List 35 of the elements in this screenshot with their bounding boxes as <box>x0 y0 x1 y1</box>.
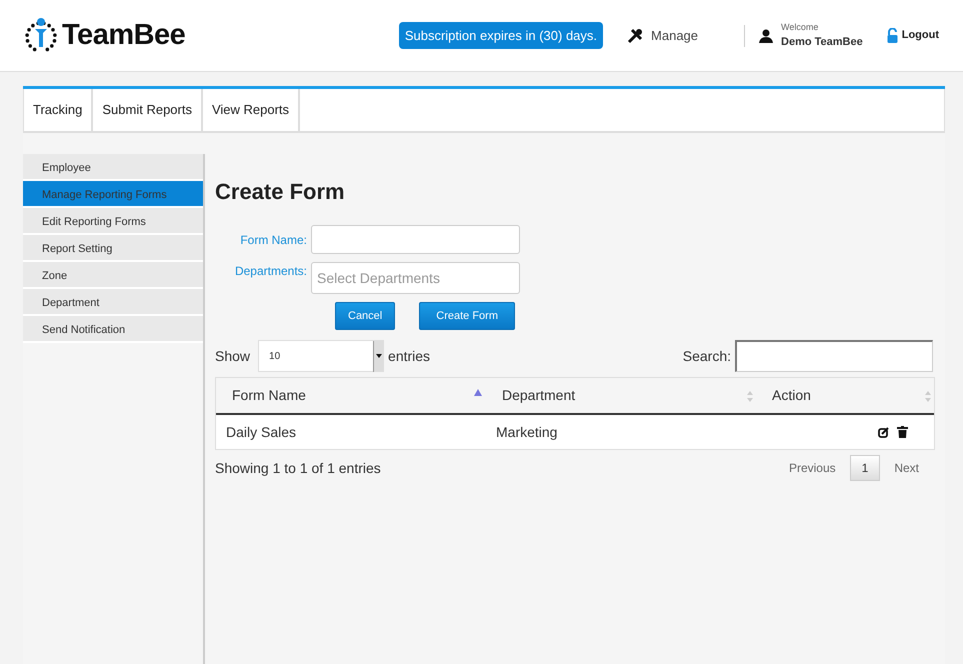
manage-link[interactable]: Manage <box>627 26 698 46</box>
sidebar-item[interactable]: Employee <box>23 154 203 181</box>
sidebar-item[interactable]: Department <box>23 289 203 316</box>
text-field[interactable] <box>311 225 520 254</box>
pagination-button[interactable]: Previous <box>774 459 850 478</box>
user-icon <box>759 28 774 42</box>
select-field[interactable]: Select Departments <box>311 262 520 294</box>
show-label: Show <box>215 346 250 366</box>
trash-icon[interactable] <box>897 426 908 438</box>
logo-icon <box>24 16 58 54</box>
caret-icon <box>376 354 382 358</box>
page-size-select[interactable]: 10 <box>258 340 384 372</box>
field-label: Departments: <box>234 263 308 280</box>
cancel-button[interactable]: Cancel <box>335 302 396 330</box>
search-field[interactable] <box>735 340 933 372</box>
welcome-label: Welcome <box>781 20 820 34</box>
subscription-notice: Subscription expires in (30) days. <box>398 22 604 50</box>
padlock-icon <box>886 28 898 43</box>
pagination-button[interactable]: 1 <box>850 455 880 482</box>
user-name: Demo TeamBee <box>781 35 863 50</box>
sidebar-item[interactable]: Zone <box>23 262 203 289</box>
logo-text: TeamBee <box>62 18 186 53</box>
tools-icon <box>627 28 644 44</box>
search-label: Search: <box>682 346 731 366</box>
logout-link[interactable]: Logout <box>886 27 939 44</box>
table-info: Showing 1 to 1 of 1 entries <box>215 458 381 478</box>
edit-icon[interactable] <box>878 426 889 438</box>
sidebar-item[interactable]: Report Setting <box>23 235 203 262</box>
sidebar-item[interactable]: Edit Reporting Forms <box>23 208 203 235</box>
pagination-button[interactable]: Next <box>880 459 933 478</box>
field-label: Form Name: <box>239 232 308 250</box>
entries-label: entries <box>388 346 430 366</box>
create-button[interactable]: Create Form <box>419 302 515 330</box>
page-title: Create Form <box>215 179 346 206</box>
sidebar-item[interactable]: Send Notification <box>23 316 203 343</box>
